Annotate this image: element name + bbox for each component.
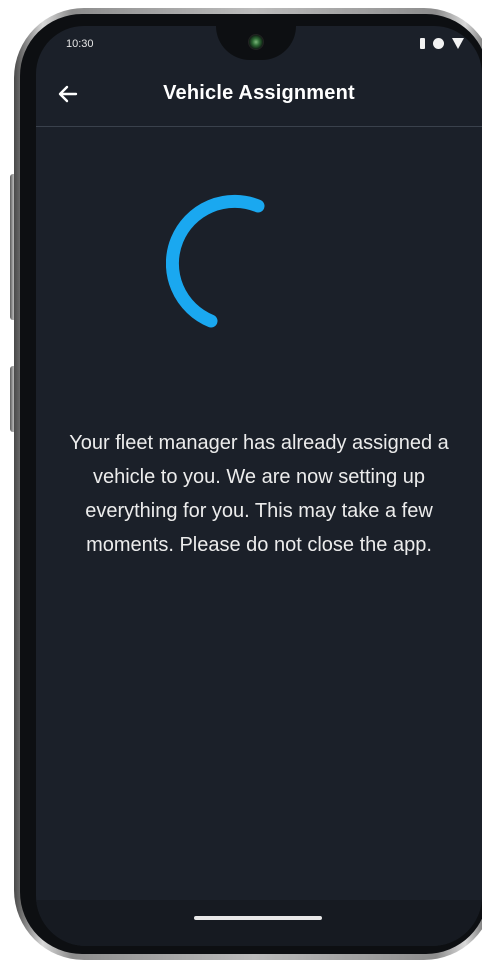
device-mockup: 10:30 Vehicle Assignment Your fleet mana…: [0, 0, 482, 966]
wifi-triangle-icon: [452, 38, 464, 49]
front-camera-icon: [248, 34, 264, 50]
app-bar: Vehicle Assignment: [36, 62, 482, 127]
camera-notch: [216, 26, 296, 60]
home-indicator[interactable]: [194, 916, 322, 920]
system-nav-bar: [36, 900, 482, 946]
page-title: Vehicle Assignment: [163, 82, 355, 104]
record-dot-icon: [433, 38, 444, 49]
loading-spinner-icon: [166, 194, 265, 328]
app-screen: 10:30 Vehicle Assignment Your fleet mana…: [36, 26, 482, 946]
signal-icon: [420, 38, 425, 49]
status-icons: [420, 38, 464, 49]
setup-message: Your fleet manager has already assigned …: [69, 432, 449, 556]
status-bar: 10:30: [36, 26, 482, 62]
status-time: 10:30: [66, 38, 94, 50]
